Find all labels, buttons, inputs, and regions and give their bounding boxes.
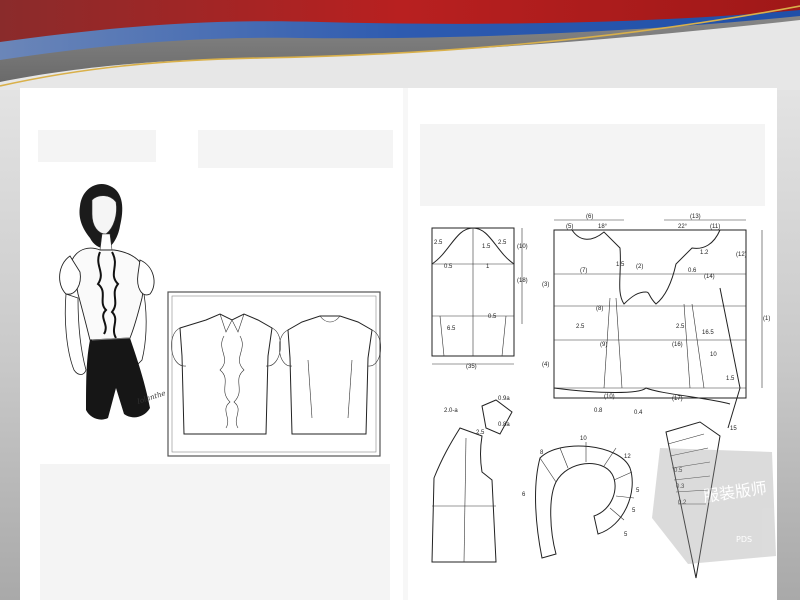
svg-text:1.5: 1.5 [482, 244, 491, 250]
svg-text:22°: 22° [678, 224, 688, 230]
svg-text:12: 12 [624, 454, 631, 460]
svg-text:0.6: 0.6 [688, 268, 697, 274]
svg-text:1.5: 1.5 [726, 376, 735, 382]
divider-strip [403, 88, 408, 600]
pattern-sheet: Iolanthe 2.5 2.5 1.5 0.5 1 (18) (10) 6.5… [20, 88, 777, 600]
svg-text:6.5: 6.5 [447, 326, 456, 332]
svg-text:0.4: 0.4 [634, 410, 643, 416]
svg-text:(4): (4) [542, 362, 549, 368]
svg-text:1.5: 1.5 [616, 262, 625, 268]
svg-text:(12): (12) [736, 252, 747, 258]
svg-text:16.5: 16.5 [702, 330, 714, 336]
svg-text:(10): (10) [517, 244, 528, 250]
bodice-draft: (6) (5) 18° (13) 22° (11) 1.5 (2) (7) (1… [542, 214, 770, 429]
svg-text:2.5: 2.5 [576, 324, 585, 330]
text-mask-right [420, 124, 765, 206]
ruffle-spiral: 8 10 12 6 5 5 5 [522, 436, 640, 559]
svg-text:(1): (1) [763, 316, 770, 322]
slide-banner [0, 0, 800, 90]
svg-text:10: 10 [580, 436, 587, 442]
svg-text:2.0-a: 2.0-a [444, 408, 458, 414]
svg-text:(16): (16) [672, 342, 683, 348]
svg-text:0.9a: 0.9a [498, 396, 510, 402]
svg-text:(17): (17) [672, 396, 683, 402]
svg-text:1.2: 1.2 [700, 250, 709, 256]
text-mask-bottom [40, 464, 390, 600]
svg-text:(18): (18) [517, 278, 528, 284]
pattern-artwork: Iolanthe 2.5 2.5 1.5 0.5 1 (18) (10) 6.5… [38, 88, 776, 600]
svg-text:0.5: 0.5 [488, 314, 497, 320]
svg-text:(10): (10) [604, 394, 615, 400]
svg-text:5: 5 [632, 508, 636, 514]
svg-text:(35): (35) [466, 364, 477, 370]
svg-text:(13): (13) [690, 214, 701, 220]
svg-text:(7): (7) [580, 268, 587, 274]
svg-text:2.5: 2.5 [476, 430, 485, 436]
sleeve-draft: 2.5 2.5 1.5 0.5 1 (18) (10) 6.5 0.5 (35) [431, 227, 528, 370]
svg-text:(9): (9) [600, 342, 607, 348]
watermark: 服装版师 PDS [652, 448, 776, 564]
fashion-sketch: Iolanthe [59, 184, 167, 420]
text-mask-left-1 [38, 130, 156, 162]
svg-text:(2): (2) [636, 264, 643, 270]
svg-text:15: 15 [730, 426, 737, 432]
svg-text:0.5: 0.5 [444, 264, 453, 270]
svg-text:2.5: 2.5 [676, 324, 685, 330]
svg-text:(8): (8) [596, 306, 603, 312]
svg-text:(3): (3) [542, 282, 549, 288]
svg-text:1: 1 [486, 264, 490, 270]
flat-drawing-box [167, 291, 381, 457]
svg-text:(11): (11) [710, 224, 720, 230]
svg-text:(6): (6) [586, 214, 593, 220]
text-mask-left-2 [198, 130, 393, 168]
svg-text:(14): (14) [704, 274, 715, 280]
svg-text:2.5: 2.5 [434, 240, 443, 246]
svg-text:18°: 18° [598, 224, 608, 230]
svg-text:2.5: 2.5 [498, 240, 507, 246]
front-piece: 2.0-a 0.9a 0.8a 2.5 [431, 396, 513, 563]
svg-text:(5): (5) [566, 224, 573, 230]
svg-text:5: 5 [636, 488, 640, 494]
svg-text:0.8a: 0.8a [498, 422, 510, 428]
svg-text:10: 10 [710, 352, 717, 358]
svg-text:PDS: PDS [736, 535, 752, 544]
svg-text:0.8: 0.8 [594, 408, 603, 414]
svg-text:6: 6 [522, 492, 526, 498]
svg-text:5: 5 [624, 532, 628, 538]
